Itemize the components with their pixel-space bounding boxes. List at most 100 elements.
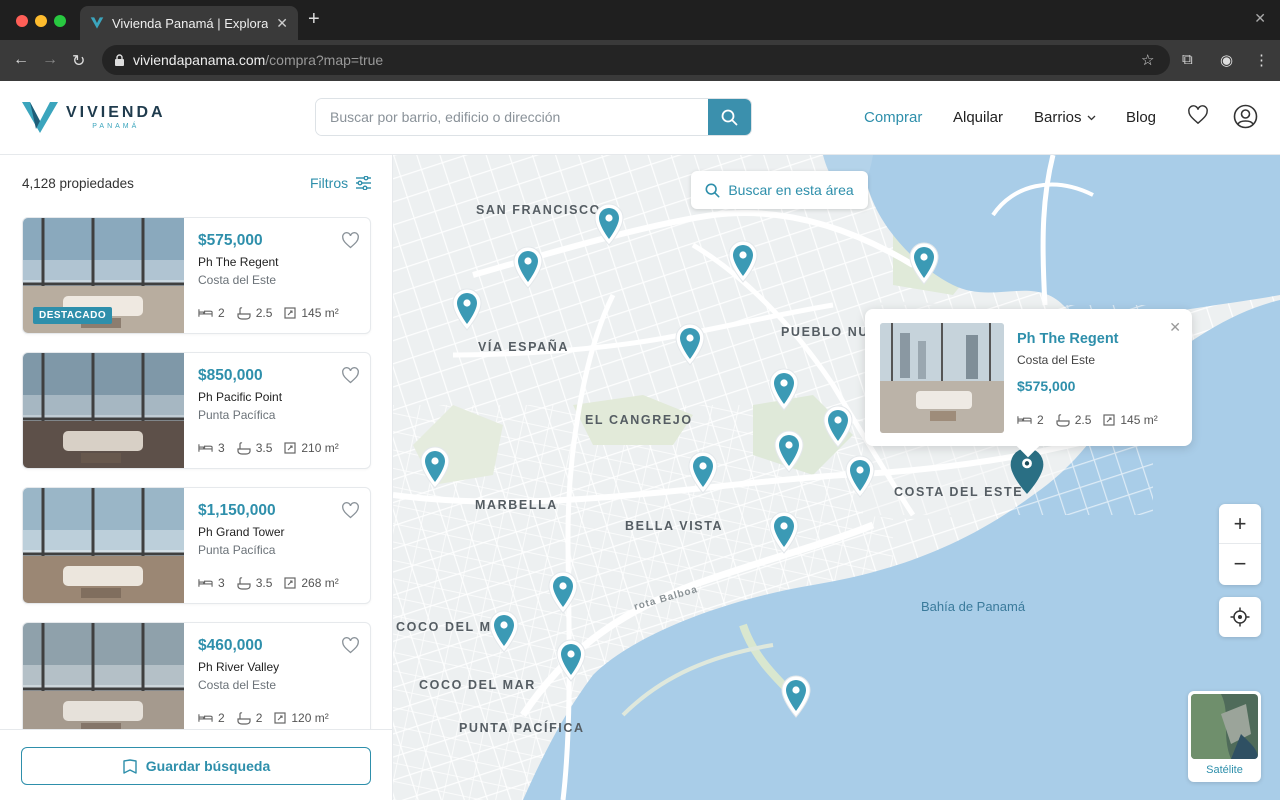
listing-size: 268 m² — [301, 576, 339, 590]
search-button[interactable] — [708, 99, 751, 135]
map-pin[interactable] — [821, 404, 855, 448]
map-pin[interactable] — [843, 454, 877, 498]
profile-icon[interactable]: ◉ — [1220, 51, 1233, 69]
url-path: /compra?map=true — [265, 52, 384, 68]
bed-icon — [198, 579, 213, 587]
listing-stats: 3 3.5 210 m² — [198, 441, 339, 455]
map-pin[interactable] — [511, 245, 545, 289]
map-pin[interactable] — [686, 450, 720, 494]
search-this-area-label: Buscar en esta área — [728, 182, 854, 198]
nav-alquilar[interactable]: Alquilar — [953, 109, 1003, 126]
save-search-button[interactable]: Guardar búsqueda — [21, 747, 371, 785]
favorite-button[interactable] — [341, 637, 360, 659]
bookmark-star-icon[interactable]: ☆ — [1141, 51, 1154, 69]
listing-photo — [23, 623, 184, 729]
window-close-icon[interactable]: ✕ — [1254, 10, 1266, 27]
heart-icon — [342, 232, 359, 249]
my-location-button[interactable] — [1219, 597, 1261, 637]
listing-baths: 2.5 — [255, 306, 273, 320]
bath-icon — [237, 441, 251, 455]
map-label-san-francisco: SAN FRANCISCO — [476, 203, 601, 217]
new-tab-icon[interactable]: + — [308, 8, 320, 31]
popup-area: Costa del Este — [1017, 353, 1096, 367]
bed-icon — [1017, 416, 1032, 424]
favorites-heart-icon[interactable] — [1187, 105, 1209, 125]
save-search-bar: Guardar búsqueda — [0, 729, 392, 800]
listing-card[interactable]: $1,150,000 Ph Grand Tower Punta Pacífica 3 3… — [22, 487, 371, 604]
satellite-toggle[interactable]: Satélite — [1188, 691, 1261, 782]
map-pin[interactable] — [767, 510, 801, 554]
map-pin[interactable] — [487, 609, 521, 653]
bath-icon — [237, 306, 251, 320]
bath-icon — [1056, 413, 1070, 427]
property-map[interactable]: SAN FRANCISCO VÍA ESPAÑA PUEBLO NUE EL C… — [393, 155, 1280, 800]
close-tab-icon[interactable]: ✕ — [276, 15, 288, 32]
reload-icon[interactable]: ↻ — [72, 51, 85, 71]
listing-stats: 2 2.5 145 m² — [198, 306, 339, 320]
listing-beds: 3 — [218, 576, 225, 590]
listing-card[interactable]: $460,000 Ph River Valley Costa del Este 2 2 1… — [22, 622, 371, 729]
map-pin[interactable] — [450, 287, 484, 331]
popup-baths: 2.5 — [1074, 413, 1092, 427]
zoom-controls: + − — [1219, 504, 1261, 585]
extensions-icon[interactable]: ⧉ — [1182, 51, 1193, 68]
popup-title[interactable]: Ph The Regent — [1017, 331, 1119, 347]
listing-price: $1,150,000 — [198, 502, 276, 519]
address-bar[interactable]: viviendapanama.com/compra?map=true — [102, 45, 1170, 75]
listing-name[interactable]: Ph Pacific Point — [198, 390, 282, 404]
map-pin[interactable] — [772, 429, 806, 473]
listing-name[interactable]: Ph The Regent — [198, 255, 279, 269]
map-pin[interactable] — [546, 570, 580, 614]
favorite-button[interactable] — [341, 232, 360, 254]
chevron-down-icon — [1087, 115, 1095, 120]
popup-beds: 2 — [1037, 413, 1044, 427]
site-logo[interactable]: VIVIENDA PANAMÁ — [22, 99, 166, 135]
listing-price: $850,000 — [198, 367, 263, 384]
user-account-icon[interactable] — [1233, 104, 1258, 129]
map-pin[interactable] — [673, 322, 707, 366]
nav-comprar[interactable]: Comprar — [864, 109, 922, 126]
nav-barrios[interactable]: Barrios — [1034, 109, 1096, 126]
browser-tab[interactable]: Vivienda Panamá | Explora barrios ✕ — [80, 6, 298, 40]
map-pin[interactable] — [592, 202, 626, 246]
listing-size: 120 m² — [291, 711, 329, 725]
map-label-punta-pacifica: PUNTA PACÍFICA — [459, 721, 585, 735]
zoom-out-button[interactable]: − — [1219, 544, 1261, 584]
close-popup-icon[interactable]: ✕ — [1169, 319, 1181, 336]
close-window-icon[interactable] — [16, 15, 28, 27]
site-header: VIVIENDA PANAMÁ Comprar Alquilar Barrios… — [0, 81, 1280, 155]
maximize-window-icon[interactable] — [54, 15, 66, 27]
map-pin[interactable] — [779, 674, 813, 718]
search-input[interactable] — [316, 99, 710, 135]
listing-name[interactable]: Ph Grand Tower — [198, 525, 285, 539]
listing-baths: 2 — [255, 711, 263, 725]
map-label-el-cangrejo: EL CANGREJO — [585, 413, 693, 427]
favorite-button[interactable] — [341, 502, 360, 524]
map-pin[interactable] — [907, 241, 941, 285]
map-pin[interactable] — [767, 367, 801, 411]
browser-menu-icon[interactable]: ⋮ — [1254, 51, 1269, 69]
map-pin[interactable] — [418, 445, 452, 489]
map-listing-popup[interactable]: Ph The Regent Costa del Este $575,000 2 … — [865, 309, 1192, 458]
listing-baths: 3.5 — [255, 441, 273, 455]
site-favicon-icon — [90, 17, 104, 29]
back-icon[interactable]: ← — [13, 51, 29, 69]
logo-mark-icon — [22, 102, 58, 133]
popup-price: $575,000 — [1017, 378, 1076, 394]
filters-button[interactable]: Filtros — [310, 175, 372, 191]
listing-list: DESTACADO $575,000 Ph The Regent Costa del … — [0, 217, 392, 729]
heart-icon — [342, 637, 359, 654]
minimize-window-icon[interactable] — [35, 15, 47, 27]
listing-card[interactable]: $850,000 Ph Pacific Point Punta Pacífica 3 3… — [22, 352, 371, 469]
browser-toolbar: ← → ↻ viviendapanama.com/compra?map=true… — [0, 40, 1280, 81]
listing-name[interactable]: Ph River Valley — [198, 660, 279, 674]
favorite-button[interactable] — [341, 367, 360, 389]
forward-icon[interactable]: → — [42, 51, 58, 69]
zoom-in-button[interactable]: + — [1219, 504, 1261, 544]
listing-card[interactable]: DESTACADO $575,000 Ph The Regent Costa del … — [22, 217, 371, 334]
save-search-label: Guardar búsqueda — [145, 758, 271, 774]
search-this-area-button[interactable]: Buscar en esta área — [691, 171, 868, 209]
map-pin[interactable] — [726, 239, 760, 283]
map-pin[interactable] — [554, 638, 588, 682]
nav-blog[interactable]: Blog — [1126, 109, 1156, 126]
